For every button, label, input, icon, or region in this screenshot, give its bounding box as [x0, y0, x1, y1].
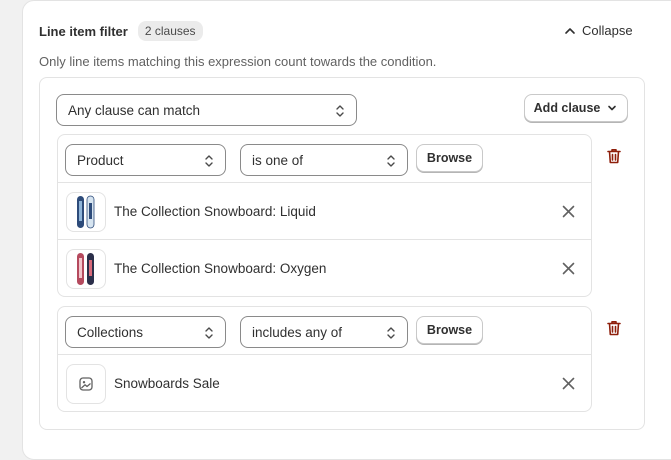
match-mode-value: Any clause can match	[68, 102, 201, 118]
add-clause-label: Add clause	[533, 101, 601, 115]
clause-count-badge: 2 clauses	[137, 21, 203, 41]
item-label: Snowboards Sale	[114, 376, 220, 391]
add-clause-button[interactable]: Add clause	[524, 94, 628, 122]
select-chevron-icon	[387, 155, 395, 167]
close-icon[interactable]	[562, 262, 575, 275]
operator-value: includes any of	[252, 324, 343, 340]
product-thumbnail	[66, 192, 106, 232]
clause-product: Product is one of Browse The Collection …	[57, 134, 592, 297]
item-label: The Collection Snowboard: Liquid	[114, 204, 316, 219]
collection-thumbnail	[66, 364, 106, 404]
operator-value: is one of	[252, 152, 304, 168]
clause-collections: Collections includes any of Browse Snowb…	[57, 306, 592, 412]
field-value: Collections	[77, 324, 144, 340]
field-select[interactable]: Collections	[65, 316, 226, 348]
clause-header: Collections includes any of Browse	[58, 307, 591, 355]
filter-title: Line item filter	[39, 23, 128, 39]
operator-select[interactable]: includes any of	[240, 316, 408, 348]
list-item: The Collection Snowboard: Liquid	[58, 183, 591, 240]
browse-button[interactable]: Browse	[416, 316, 483, 344]
snowboard-oxygen-image	[77, 253, 94, 285]
list-item: Snowboards Sale	[58, 355, 591, 412]
collapse-button[interactable]: Collapse	[564, 23, 633, 38]
operator-select[interactable]: is one of	[240, 144, 408, 176]
item-label: The Collection Snowboard: Oxygen	[114, 261, 327, 276]
delete-clause-icon[interactable]	[607, 148, 621, 164]
delete-clause-icon[interactable]	[607, 320, 621, 336]
collapse-label: Collapse	[582, 23, 633, 38]
chevron-down-icon	[608, 105, 617, 111]
helper-text: Only line items matching this expression…	[39, 54, 437, 69]
field-select[interactable]: Product	[65, 144, 226, 176]
close-icon[interactable]	[562, 377, 575, 390]
snowboard-liquid-image	[77, 195, 95, 229]
product-thumbnail	[66, 249, 106, 289]
browse-button[interactable]: Browse	[416, 144, 483, 172]
filter-header: Line item filter 2 clauses	[39, 21, 203, 41]
browse-label: Browse	[426, 323, 473, 337]
image-placeholder-icon	[79, 377, 93, 391]
list-item: The Collection Snowboard: Oxygen	[58, 240, 591, 297]
field-value: Product	[77, 152, 124, 168]
select-chevron-icon	[205, 155, 213, 167]
select-chevron-icon	[205, 327, 213, 339]
clause-header: Product is one of Browse	[58, 135, 591, 183]
chevron-up-icon	[565, 27, 575, 34]
select-chevron-icon	[336, 105, 344, 117]
close-icon[interactable]	[562, 205, 575, 218]
select-chevron-icon	[387, 327, 395, 339]
browse-label: Browse	[426, 151, 473, 165]
match-mode-select[interactable]: Any clause can match	[56, 94, 357, 126]
